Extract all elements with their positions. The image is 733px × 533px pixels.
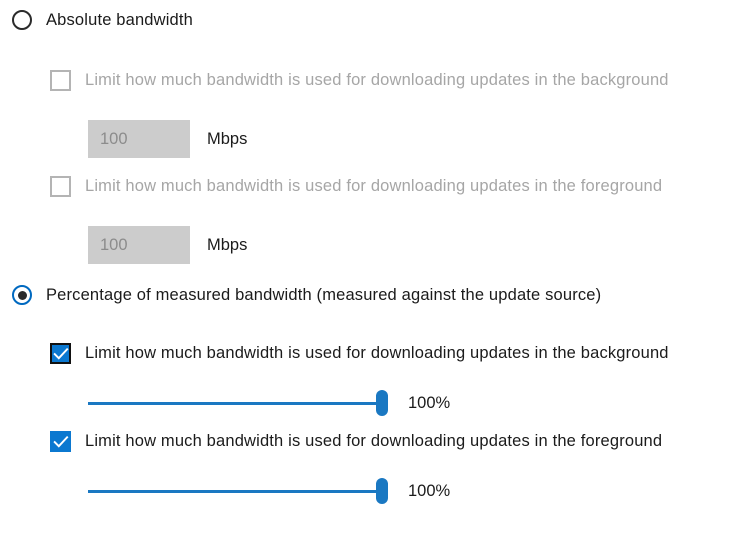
checkbox-absolute-foreground-label: Limit how much bandwidth is used for dow…: [85, 177, 663, 195]
checkbox-percentage-foreground[interactable]: Limit how much bandwidth is used for dow…: [50, 431, 662, 452]
percentage-foreground-slider-thumb[interactable]: [376, 478, 388, 504]
percentage-background-slider-track[interactable]: [88, 401, 388, 405]
percentage-foreground-slider-track[interactable]: [88, 489, 388, 493]
percentage-background-slider[interactable]: [88, 388, 388, 418]
radio-absolute-bandwidth-indicator[interactable]: [12, 10, 32, 30]
checkbox-absolute-background-box[interactable]: [50, 70, 71, 91]
absolute-foreground-bandwidth-value: 100: [100, 235, 128, 254]
checkbox-percentage-foreground-label: Limit how much bandwidth is used for dow…: [85, 432, 663, 450]
absolute-background-bandwidth-value: 100: [100, 129, 128, 148]
radio-percentage-bandwidth-label: Percentage of measured bandwidth (measur…: [46, 285, 602, 304]
checkbox-absolute-background-label: Limit how much bandwidth is used for dow…: [85, 71, 669, 89]
checkbox-absolute-foreground-box[interactable]: [50, 176, 71, 197]
absolute-background-bandwidth-group: 100 Mbps: [88, 120, 247, 158]
checkbox-percentage-background-box[interactable]: [50, 343, 71, 364]
bandwidth-settings-panel: Absolute bandwidth Limit how much bandwi…: [0, 0, 733, 533]
absolute-foreground-bandwidth-unit: Mbps: [207, 235, 248, 254]
percentage-background-slider-group: 100%: [88, 388, 450, 418]
absolute-background-bandwidth-unit: Mbps: [207, 129, 248, 148]
radio-absolute-bandwidth-label: Absolute bandwidth: [46, 10, 193, 29]
absolute-background-bandwidth-input[interactable]: 100: [88, 120, 190, 158]
percentage-foreground-slider-value: 100%: [408, 481, 451, 500]
percentage-background-slider-value: 100%: [408, 393, 451, 412]
absolute-foreground-bandwidth-input[interactable]: 100: [88, 226, 190, 264]
check-icon: [53, 435, 68, 448]
checkbox-percentage-foreground-box[interactable]: [50, 431, 71, 452]
checkbox-absolute-foreground[interactable]: Limit how much bandwidth is used for dow…: [50, 176, 662, 197]
checkbox-percentage-background-label: Limit how much bandwidth is used for dow…: [85, 344, 669, 362]
radio-percentage-bandwidth[interactable]: Percentage of measured bandwidth (measur…: [12, 285, 601, 305]
radio-percentage-bandwidth-indicator[interactable]: [12, 285, 32, 305]
check-icon: [53, 347, 68, 360]
percentage-foreground-slider-group: 100%: [88, 476, 450, 506]
radio-absolute-bandwidth[interactable]: Absolute bandwidth: [12, 10, 193, 30]
absolute-foreground-bandwidth-group: 100 Mbps: [88, 226, 247, 264]
checkbox-absolute-background[interactable]: Limit how much bandwidth is used for dow…: [50, 70, 669, 91]
percentage-background-slider-thumb[interactable]: [376, 390, 388, 416]
percentage-foreground-slider[interactable]: [88, 476, 388, 506]
checkbox-percentage-background[interactable]: Limit how much bandwidth is used for dow…: [50, 343, 669, 364]
